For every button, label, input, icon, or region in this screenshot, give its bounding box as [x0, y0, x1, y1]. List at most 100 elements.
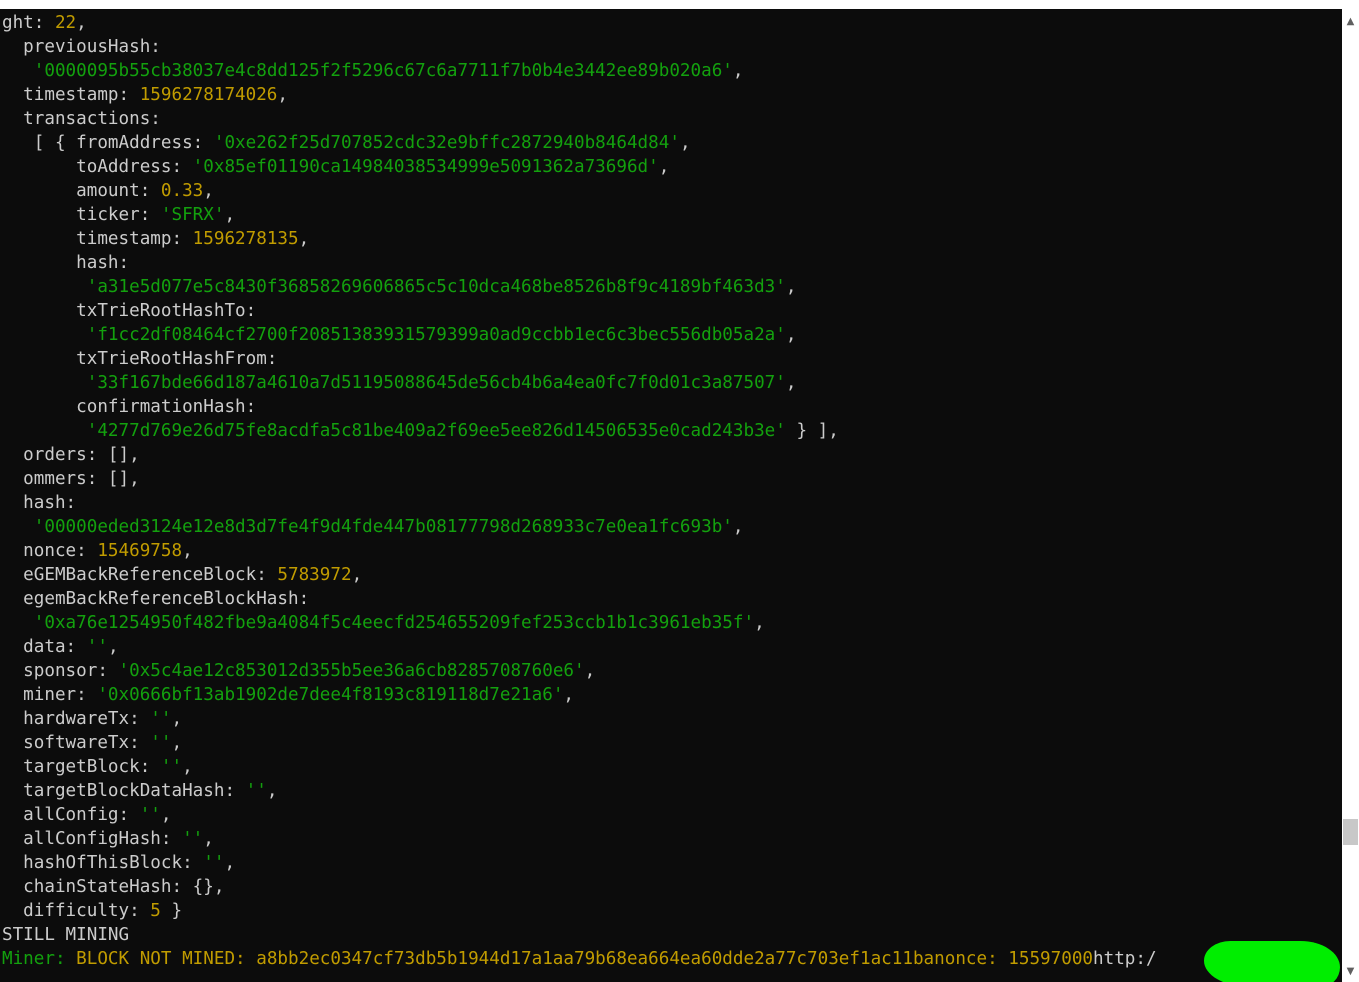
- console-line: targetBlockDataHash: '',: [2, 779, 1340, 803]
- console-line: timestamp: 1596278174026,: [2, 83, 1340, 107]
- console-line: confirmationHash:: [2, 395, 1340, 419]
- console-text-segment: transactions:: [2, 109, 161, 129]
- console-text-segment: eGEMBackReferenceBlock:: [2, 565, 278, 585]
- console-line: ticker: 'SFRX',: [2, 203, 1340, 227]
- console-text-segment: '': [203, 853, 225, 873]
- console-text-segment: '': [150, 733, 172, 753]
- console-text-segment: '': [160, 757, 183, 777]
- console-line: hash:: [2, 491, 1340, 515]
- console-text-segment: hardwareTx:: [2, 709, 151, 729]
- console-text-segment: }: [160, 901, 183, 921]
- console-text-segment: allConfig:: [2, 805, 140, 825]
- console-text-segment: data:: [2, 637, 87, 657]
- console-text-segment: 1596278135: [192, 229, 299, 249]
- vertical-scrollbar[interactable]: ▲ ▼: [1342, 9, 1359, 982]
- console-line: ght: 22,: [2, 11, 1340, 35]
- console-line: hash:: [2, 251, 1340, 275]
- console-text-segment: ,: [203, 829, 214, 849]
- console-text-segment: txTrieRootHashFrom:: [2, 349, 278, 369]
- console-line: difficulty: 5 }: [2, 899, 1340, 923]
- console-line: data: '',: [2, 635, 1340, 659]
- console-text-segment: [2, 421, 87, 441]
- console-line: targetBlock: '',: [2, 755, 1340, 779]
- console-text-segment: timestamp:: [2, 229, 193, 249]
- console-line: Miner: BLOCK NOT MINED: a8bb2ec0347cf73d…: [2, 947, 1340, 971]
- console-text-segment: ,: [182, 757, 193, 777]
- console-text-segment: allConfigHash:: [2, 829, 183, 849]
- console-text-segment: '': [150, 709, 172, 729]
- console-line: hashOfThisBlock: '',: [2, 851, 1340, 875]
- console-text-segment: 0.33: [160, 181, 204, 201]
- console-line: hardwareTx: '',: [2, 707, 1340, 731]
- console-text-segment: [2, 373, 87, 393]
- scroll-down-arrow-icon[interactable]: ▼: [1342, 963, 1359, 980]
- console-text-segment: confirmationHash:: [2, 397, 257, 417]
- console-text-segment: '': [245, 781, 267, 801]
- console-lines: ght: 22, previousHash: '0000095b55cb3803…: [2, 11, 1340, 971]
- console-text-segment: hash:: [2, 253, 130, 273]
- console-text-segment: '00000eded3124e12e8d3d7fe4f9d4fde447b081…: [33, 517, 733, 537]
- console-text-segment: '0xe262f25d707852cdc32e9bffc2872940b8464…: [213, 133, 680, 153]
- console-line: sponsor: '0x5c4ae12c853012d355b5ee36a6cb…: [2, 659, 1340, 683]
- console-line: previousHash:: [2, 35, 1340, 59]
- console-text-segment: [2, 325, 87, 345]
- console-text-segment: timestamp:: [2, 85, 140, 105]
- console-text-segment: sponsor:: [2, 661, 119, 681]
- console-text-segment: toAddress:: [2, 157, 193, 177]
- console-line: nonce: 15469758,: [2, 539, 1340, 563]
- console-text-segment: ght:: [2, 13, 55, 33]
- console-text-segment: ,: [351, 565, 363, 585]
- console-text-segment: 5: [150, 901, 161, 921]
- console-text-segment: targetBlock:: [2, 757, 161, 777]
- console-text-segment: ,: [732, 517, 744, 537]
- console-text-segment: ,: [785, 325, 797, 345]
- console-line: toAddress: '0x85ef01190ca14984038534999e…: [2, 155, 1340, 179]
- console-text-segment: ticker:: [2, 205, 161, 225]
- console-text-segment: nonce:: [2, 541, 98, 561]
- console-text-segment: '0x0666bf13ab1902de7dee4f8193c819118d7e2…: [97, 685, 564, 705]
- console-text-segment: egemBackReferenceBlockHash:: [2, 589, 310, 609]
- console-text-segment: amount:: [2, 181, 161, 201]
- console-text-segment: ,: [732, 61, 744, 81]
- console-text-segment: targetBlockDataHash:: [2, 781, 246, 801]
- console-text-segment: ,: [160, 805, 172, 825]
- console-line: timestamp: 1596278135,: [2, 227, 1340, 251]
- console-text-segment: ,: [182, 541, 193, 561]
- console-text-segment: [2, 613, 34, 633]
- console-text-segment: 'SFRX': [160, 205, 225, 225]
- console-text-segment: softwareTx:: [2, 733, 151, 753]
- console-line: allConfigHash: '',: [2, 827, 1340, 851]
- console-text-segment: previousHash:: [2, 37, 161, 57]
- console-text-segment: hashOfThisBlock:: [2, 853, 204, 873]
- console-text-segment: 22: [54, 13, 77, 33]
- console-text-segment: http:/: [1093, 949, 1157, 969]
- console-line: egemBackReferenceBlockHash:: [2, 587, 1340, 611]
- console-text-segment: ,: [203, 181, 214, 201]
- console-line: txTrieRootHashFrom:: [2, 347, 1340, 371]
- console-line: allConfig: '',: [2, 803, 1340, 827]
- console-text-segment: 5783972: [277, 565, 352, 585]
- console-text-segment: chainStateHash: {},: [2, 877, 225, 897]
- console-text-segment: ,: [679, 133, 691, 153]
- console-text-segment: ,: [107, 637, 119, 657]
- console-text-segment: ,: [658, 157, 670, 177]
- redaction-mark: [1204, 941, 1340, 982]
- console-line: 'f1cc2df08464cf2700f20851383931579399a0a…: [2, 323, 1340, 347]
- console-line: '00000eded3124e12e8d3d7fe4f9d4fde447b081…: [2, 515, 1340, 539]
- console-text-segment: } ],: [785, 421, 839, 441]
- console-line: softwareTx: '',: [2, 731, 1340, 755]
- console-line: transactions:: [2, 107, 1340, 131]
- console-line: 'a31e5d077e5c8430f36858269606865c5c10dca…: [2, 275, 1340, 299]
- console-line: '4277d769e26d75fe8acdfa5c81be409a2f69ee5…: [2, 419, 1340, 443]
- console-line: orders: [],: [2, 443, 1340, 467]
- console-text-segment: miner:: [2, 685, 98, 705]
- console-line: txTrieRootHashTo:: [2, 299, 1340, 323]
- console-text-segment: '4277d769e26d75fe8acdfa5c81be409a2f69ee5…: [86, 421, 786, 441]
- console-text-segment: ,: [785, 277, 797, 297]
- console-line: '0xa76e1254950f482fbe9a4084f5c4eecfd2546…: [2, 611, 1340, 635]
- console-line: '33f167bde66d187a4610a7d51195088645de56c…: [2, 371, 1340, 395]
- scroll-thumb[interactable]: [1343, 819, 1358, 845]
- console-line: amount: 0.33,: [2, 179, 1340, 203]
- console-text-segment: txTrieRootHashTo:: [2, 301, 257, 321]
- scroll-up-arrow-icon[interactable]: ▲: [1342, 13, 1359, 30]
